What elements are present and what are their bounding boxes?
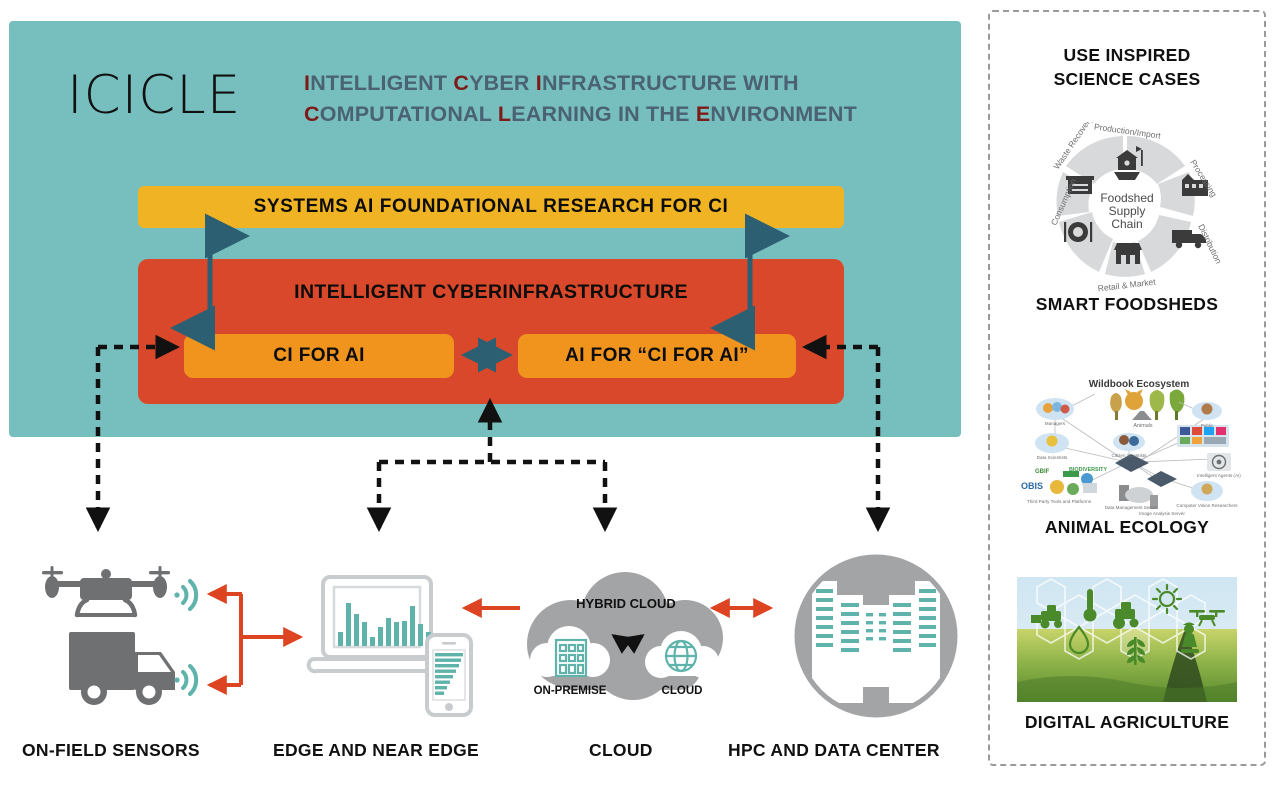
- tier-label-hpc-data-center: HPC AND DATA CENTER: [728, 740, 940, 760]
- laptop-icon: [306, 575, 448, 674]
- tier-cloud: HYBRID CLOUD ON-PREMISE CLOUD: [513, 572, 763, 712]
- ci-for-ai-box: CI FOR AI: [184, 334, 454, 378]
- tier-label-edge-near-edge: EDGE AND NEAR EDGE: [273, 740, 480, 760]
- on-premise-label: ON-PREMISE: [534, 685, 607, 697]
- ai-for-ci-for-ai-label: AI FOR “CI FOR AI”: [565, 345, 749, 366]
- intelligent-agents-node: [1207, 453, 1231, 471]
- systems-ai-foundational-research-box: SYSTEMS AI FOUNDATIONAL RESEARCH FOR CI: [138, 186, 844, 228]
- tier-edge-near-edge: [305, 572, 485, 722]
- case-art-animal-ecology: Wildbook Ecosystem Animals GBIF BIODIVER…: [1007, 367, 1247, 522]
- svg-text:Third Party Tools and Platform: Third Party Tools and Platforms: [1027, 499, 1092, 504]
- tier-on-field-sensors: [25, 560, 215, 720]
- foodshed-center-line-3: Chain: [1111, 217, 1142, 231]
- tier-label-on-field-sensors: ON-FIELD SENSORS: [22, 740, 200, 760]
- smartphone-icon: [425, 633, 473, 717]
- case-art-smart-foodsheds: Foodshed Supply Chain Production/Import …: [1022, 113, 1232, 297]
- intelligent-ci-label: INTELLIGENT CYBERINFRASTRUCTURE: [294, 281, 688, 303]
- wifi-signal-icon: [174, 664, 199, 696]
- svg-text:Image Analysis Server: Image Analysis Server: [1139, 511, 1185, 516]
- tier-hpc-data-center: [793, 553, 959, 719]
- svg-text:Data Management Server: Data Management Server: [1105, 505, 1158, 510]
- case-art-digital-agriculture: [1017, 577, 1237, 707]
- tagline-line-2: COMPUTATIONAL LEARNING IN THE ENVIRONMEN…: [304, 101, 857, 126]
- svg-text:Citizen Scientists: Citizen Scientists: [1112, 453, 1148, 458]
- wifi-signal-icon: [174, 579, 199, 611]
- ai-for-ci-for-ai-box: AI FOR “CI FOR AI”: [518, 334, 796, 378]
- ci-for-ai-label: CI FOR AI: [273, 345, 365, 366]
- case-label-digital-agriculture: DIGITAL AGRICULTURE: [1024, 712, 1230, 732]
- icicle-tagline: INTELLIGENT CYBER INFRASTRUCTURE WITH CO…: [304, 68, 944, 129]
- server-rack-icon: [794, 554, 958, 718]
- svg-text:Retail & Market: Retail & Market: [1097, 276, 1157, 292]
- tagline-line-1: INTELLIGENT CYBER INFRASTRUCTURE WITH: [304, 71, 799, 95]
- cloud-sub-label: CLOUD: [662, 685, 703, 697]
- sidebar-title: USE INSPIRED SCIENCE CASES: [990, 44, 1264, 91]
- use-inspired-science-cases-panel: USE INSPIRED SCIENCE CASES Foodshed Supp…: [988, 10, 1266, 766]
- intelligent-cyberinfrastructure-box: INTELLIGENT CYBERINFRASTRUCTURE CI FOR A…: [138, 259, 844, 404]
- foodshed-center-line-1: Foodshed: [1100, 191, 1153, 205]
- svg-text:Managers: Managers: [1045, 421, 1066, 426]
- svg-text:Intelligent Agents (AI): Intelligent Agents (AI): [1197, 473, 1241, 478]
- case-label-animal-ecology: ANIMAL ECOLOGY: [1044, 517, 1210, 537]
- hybrid-cloud-title: HYBRID CLOUD: [576, 596, 676, 611]
- truck-icon: [69, 632, 175, 705]
- sidebar-title-line-1: USE INSPIRED: [1063, 45, 1191, 65]
- svg-text:Computer Vision Researchers: Computer Vision Researchers: [1176, 503, 1238, 508]
- wildbook-ecosystem-title: Wildbook Ecosystem: [1089, 379, 1190, 390]
- icicle-logo: ICICLE: [67, 65, 242, 126]
- svg-text:GBIF: GBIF: [1035, 469, 1050, 475]
- sidebar-title-line-2: SCIENCE CASES: [1053, 68, 1201, 89]
- drone-icon: [42, 566, 170, 618]
- tier-label-cloud: CLOUD: [589, 740, 653, 760]
- case-label-smart-foodsheds: SMART FOODSHEDS: [1035, 294, 1219, 314]
- foodshed-center-line-2: Supply: [1109, 204, 1146, 218]
- foundational-research-label: SYSTEMS AI FOUNDATIONAL RESEARCH FOR CI: [253, 196, 729, 217]
- svg-text:OBIS: OBIS: [1021, 481, 1043, 491]
- svg-text:Public: Public: [1201, 423, 1214, 428]
- svg-text:Animals: Animals: [1133, 423, 1152, 429]
- svg-text:Data Scientists: Data Scientists: [1037, 455, 1068, 460]
